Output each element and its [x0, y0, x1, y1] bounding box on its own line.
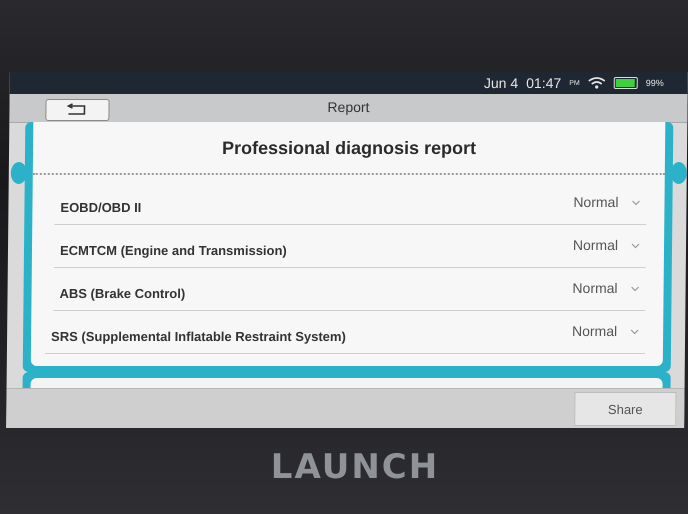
status-bar: Jun 4 01:47 PM 99%: [9, 72, 688, 94]
share-button[interactable]: Share: [574, 392, 677, 426]
system-status: Normal: [571, 323, 618, 339]
report-card-frame: Professional diagnosis report EOBD/OBD I…: [10, 122, 687, 372]
card-notch-left: [10, 162, 27, 184]
battery-percentage: 99%: [645, 78, 664, 88]
system-name: ECMTCM (Engine and Transmission): [59, 243, 287, 258]
system-status: Normal: [572, 237, 619, 253]
chevron-down-icon[interactable]: [631, 198, 640, 207]
chevron-down-icon[interactable]: [631, 241, 640, 250]
system-row[interactable]: ECMTCM (Engine and Transmission) Normal: [53, 225, 647, 268]
page-title: Report: [327, 99, 370, 115]
system-name: EOBD/OBD II: [60, 200, 142, 215]
wifi-icon: [588, 77, 606, 89]
report-card: Professional diagnosis report EOBD/OBD I…: [30, 122, 666, 366]
report-title: Professional diagnosis report: [221, 138, 477, 158]
screen: Jun 4 01:47 PM 99% Report Professional d…: [6, 72, 688, 428]
system-row[interactable]: SRS (Supplemental Inflatable Restraint S…: [44, 311, 646, 354]
dotted-divider: [32, 173, 665, 175]
title-bar: Report: [9, 94, 688, 123]
system-status: Normal: [573, 194, 619, 210]
battery-icon: [613, 77, 638, 89]
card-notch-right: [670, 162, 687, 184]
system-name: SRS (Supplemental Inflatable Restraint S…: [51, 329, 346, 344]
system-status: Normal: [572, 280, 618, 296]
status-ampm: PM: [569, 79, 580, 87]
status-right: Jun 4 01:47 PM 99%: [484, 75, 664, 91]
system-row[interactable]: ABS (Brake Control) Normal: [53, 268, 646, 311]
bottom-bar: Share: [6, 388, 685, 428]
chevron-down-icon[interactable]: [631, 284, 640, 293]
status-time: 01:47: [526, 75, 562, 91]
chevron-down-icon[interactable]: [630, 327, 639, 336]
system-name: ABS (Brake Control): [59, 286, 186, 301]
system-row[interactable]: EOBD/OBD II Normal: [54, 182, 647, 225]
launch-logo: LAUNCH: [270, 447, 440, 487]
status-date: Jun 4: [483, 75, 519, 91]
